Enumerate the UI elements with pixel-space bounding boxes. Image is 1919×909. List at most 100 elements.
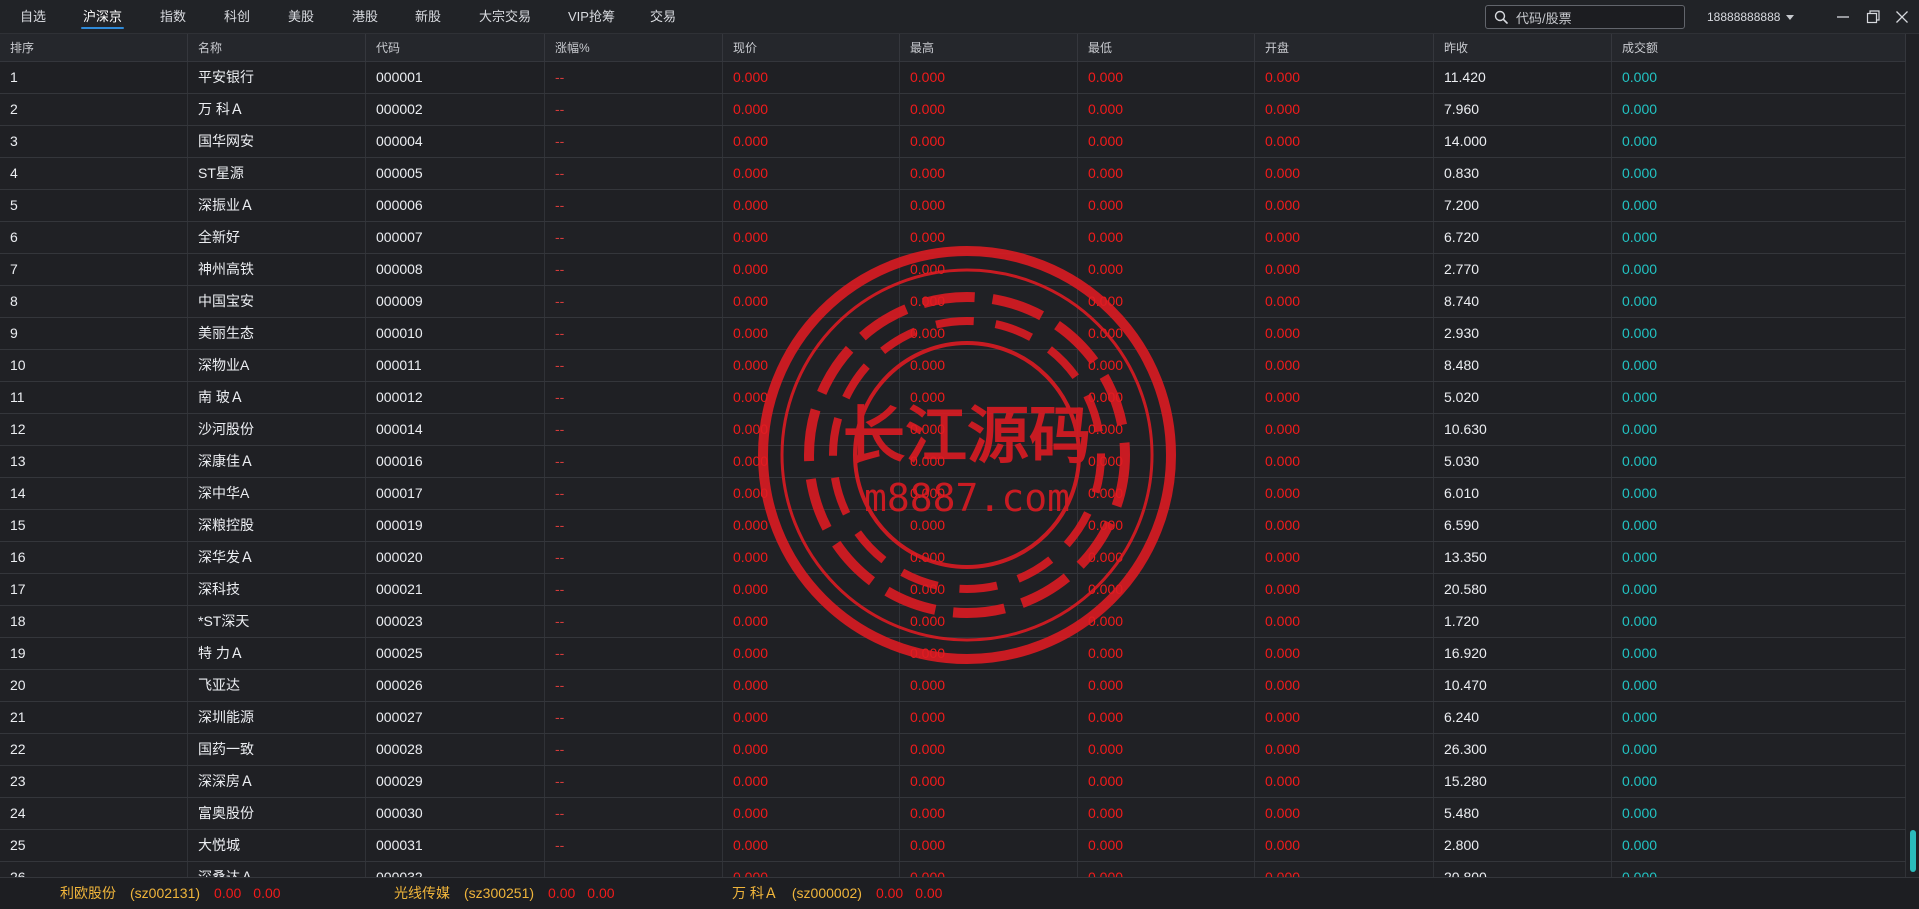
column-header-high[interactable]: 最高: [900, 34, 1078, 62]
ticker-item[interactable]: 光线传媒 (sz300251) 0.00 0.00: [394, 878, 615, 909]
tab-indices[interactable]: 指数: [160, 0, 186, 34]
cell-turnover: 0.000: [1612, 510, 1906, 541]
table-row[interactable]: 2万 科Ａ 000002 -- 0.000 0.000 0.000 0.000 7.960 0.…: [0, 94, 1906, 126]
cell-rank: 5: [0, 190, 188, 221]
cell-high: 0.000: [900, 606, 1078, 637]
table-row[interactable]: 11 南 玻Ａ 000012 -- 0.000 0.000 0.000 0.000 5.020 0…: [0, 382, 1906, 414]
cell-high: 0.000: [900, 830, 1078, 861]
table-row[interactable]: 6 全新好 000007 -- 0.000 0.000 0.000 0.000 6.720 0.0…: [0, 222, 1906, 254]
tab-block-trade[interactable]: 大宗交易: [479, 0, 531, 34]
tab-shanghai-shenzhen-beijing[interactable]: 沪深京: [80, 0, 125, 34]
cell-name: 深康佳Ａ: [188, 446, 366, 477]
table-row[interactable]: 23 深深房Ａ 000029 -- 0.000 0.000 0.000 0.000 15.280…: [0, 766, 1906, 798]
cell-high: 0.000: [900, 126, 1078, 157]
cell-name: 特 力Ａ: [188, 638, 366, 669]
table-row[interactable]: 24 富奥股份 000030 -- 0.000 0.000 0.000 0.000 5.480 0…: [0, 798, 1906, 830]
table-row[interactable]: 20 飞亚达 000026 -- 0.000 0.000 0.000 0.000 10.470 0…: [0, 670, 1906, 702]
cell-change-pct: --: [545, 94, 723, 125]
table-row[interactable]: 26 深桑达Ａ 000032 -- 0.000 0.000 0.000 0.000 20.800…: [0, 862, 1906, 877]
table-row[interactable]: 4 ST星源 000005 -- 0.000 0.000 0.000 0.000 0.830 0.…: [0, 158, 1906, 190]
table-row[interactable]: 9 美丽生态 000010 -- 0.000 0.000 0.000 0.000 2.930 0.…: [0, 318, 1906, 350]
tab-watchlist[interactable]: 自选: [20, 0, 46, 34]
table-row[interactable]: 3 国华网安 000004 -- 0.000 0.000 0.000 0.000 14.000 0…: [0, 126, 1906, 158]
cell-open: 0.000: [1255, 830, 1434, 861]
restore-icon[interactable]: [1864, 8, 1882, 26]
cell-open: 0.000: [1255, 62, 1434, 93]
cell-open: 0.000: [1255, 670, 1434, 701]
table-row[interactable]: 5 深振业Ａ 000006 -- 0.000 0.000 0.000 0.000 7.200 0.…: [0, 190, 1906, 222]
user-account-menu[interactable]: 18888888888: [1707, 0, 1795, 34]
cell-price: 0.000: [723, 190, 900, 221]
table-row[interactable]: 25 大悦城 000031 -- 0.000 0.000 0.000 0.000 2.800 0.…: [0, 830, 1906, 862]
cell-name: 深中华A: [188, 478, 366, 509]
cell-rank: 25: [0, 830, 188, 861]
cell-name: 深圳能源: [188, 702, 366, 733]
column-header-name[interactable]: 名称: [188, 34, 366, 62]
tab-vip[interactable]: VIP抢筹: [568, 0, 615, 34]
cell-price: 0.000: [723, 638, 900, 669]
table-row[interactable]: 16 深华发Ａ 000020 -- 0.000 0.000 0.000 0.000 13.350…: [0, 542, 1906, 574]
tab-hk-stocks[interactable]: 港股: [352, 0, 378, 34]
table-row[interactable]: 22 国药一致 000028 -- 0.000 0.000 0.000 0.000 26.300…: [0, 734, 1906, 766]
table-row[interactable]: 13 深康佳Ａ 000016 -- 0.000 0.000 0.000 0.000 5.030 0…: [0, 446, 1906, 478]
tab-new-stocks[interactable]: 新股: [415, 0, 441, 34]
scrollbar-thumb[interactable]: [1910, 830, 1916, 872]
cell-high: 0.000: [900, 286, 1078, 317]
cell-change-pct: --: [545, 126, 723, 157]
search-input[interactable]: [1514, 8, 1682, 28]
tab-star-market[interactable]: 科创: [224, 0, 250, 34]
tab-trade[interactable]: 交易: [650, 0, 676, 34]
table-row[interactable]: 15 深粮控股 000019 -- 0.000 0.000 0.000 0.000 6.590 0…: [0, 510, 1906, 542]
cell-low: 0.000: [1078, 638, 1255, 669]
cell-rank: 6: [0, 222, 188, 253]
minimize-icon[interactable]: [1834, 8, 1852, 26]
column-header-code[interactable]: 代码: [366, 34, 545, 62]
table-row[interactable]: 12 沙河股份 000014 -- 0.000 0.000 0.000 0.000 10.630…: [0, 414, 1906, 446]
search-box[interactable]: [1485, 5, 1685, 29]
column-header-change-pct[interactable]: 涨幅%: [545, 34, 723, 62]
cell-turnover: 0.000: [1612, 766, 1906, 797]
cell-price: 0.000: [723, 286, 900, 317]
table-row[interactable]: 8 中国宝安 000009 -- 0.000 0.000 0.000 0.000 8.740 0.…: [0, 286, 1906, 318]
table-row[interactable]: 17 深科技 000021 -- 0.000 0.000 0.000 0.000 20.580 0…: [0, 574, 1906, 606]
table-row[interactable]: 7 神州高铁 000008 -- 0.000 0.000 0.000 0.000 2.770 0.…: [0, 254, 1906, 286]
cell-turnover: 0.000: [1612, 254, 1906, 285]
table-row[interactable]: 19 特 力Ａ 000025 -- 0.000 0.000 0.000 0.000 16.920…: [0, 638, 1906, 670]
close-icon[interactable]: [1893, 8, 1911, 26]
table-row[interactable]: 14 深中华A 000017 -- 0.000 0.000 0.000 0.000 6.010 0…: [0, 478, 1906, 510]
cell-low: 0.000: [1078, 286, 1255, 317]
cell-prev-close: 2.800: [1434, 830, 1612, 861]
cell-prev-close: 20.580: [1434, 574, 1612, 605]
table-row[interactable]: 1 平安银行 000001 -- 0.000 0.000 0.000 0.000 11.420 0…: [0, 62, 1906, 94]
cell-prev-close: 10.470: [1434, 670, 1612, 701]
column-header-prev-close[interactable]: 昨收: [1434, 34, 1612, 62]
cell-code: 000014: [366, 414, 545, 445]
ticker-item[interactable]: 利欧股份 (sz002131) 0.00 0.00: [60, 878, 281, 909]
column-header-rank[interactable]: 排序: [0, 34, 188, 62]
cell-code: 000012: [366, 382, 545, 413]
table-row[interactable]: 21 深圳能源 000027 -- 0.000 0.000 0.000 0.000 6.240 0…: [0, 702, 1906, 734]
cell-code: 000011: [366, 350, 545, 381]
column-header-turnover[interactable]: 成交额: [1612, 34, 1906, 62]
tab-us-stocks[interactable]: 美股: [288, 0, 314, 34]
cell-rank: 11: [0, 382, 188, 413]
column-header-low[interactable]: 最低: [1078, 34, 1255, 62]
cell-prev-close: 11.420: [1434, 62, 1612, 93]
table-row[interactable]: 10 深物业A 000011 -- 0.000 0.000 0.000 0.000 8.480 0…: [0, 350, 1906, 382]
cell-change-pct: --: [545, 62, 723, 93]
cell-code: 000017: [366, 478, 545, 509]
cell-turnover: 0.000: [1612, 126, 1906, 157]
cell-rank: 2: [0, 94, 188, 125]
cell-high: 0.000: [900, 414, 1078, 445]
cell-high: 0.000: [900, 94, 1078, 125]
ticker-item[interactable]: 万 科Ａ (sz000002) 0.00 0.00: [732, 878, 942, 909]
column-header-price[interactable]: 现价: [723, 34, 900, 62]
cell-rank: 15: [0, 510, 188, 541]
table-row[interactable]: 18 *ST深天 000023 -- 0.000 0.000 0.000 0.000 1.720…: [0, 606, 1906, 638]
column-header-open[interactable]: 开盘: [1255, 34, 1434, 62]
cell-change-pct: --: [545, 510, 723, 541]
cell-low: 0.000: [1078, 478, 1255, 509]
vertical-scrollbar[interactable]: [1908, 34, 1918, 877]
ticker-change: 0.00: [915, 885, 943, 901]
cell-prev-close: 15.280: [1434, 766, 1612, 797]
